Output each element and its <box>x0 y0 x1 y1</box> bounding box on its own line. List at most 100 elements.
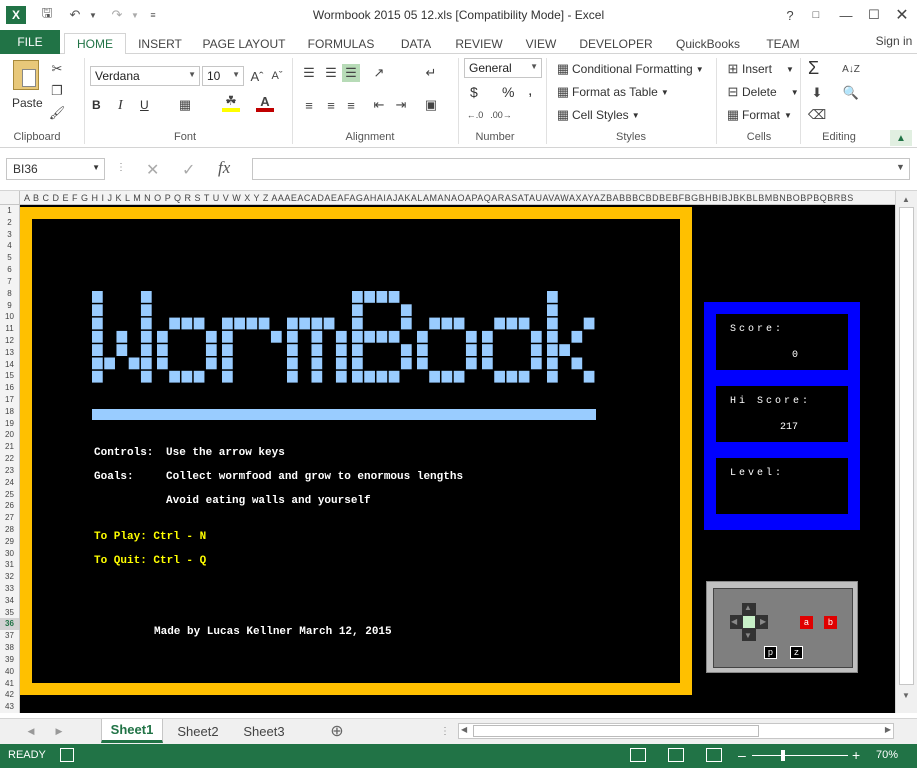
number-format-select[interactable]: General ▼ <box>464 58 542 78</box>
horizontal-scrollbar[interactable]: ◀ ▶ <box>458 723 894 739</box>
row-header[interactable]: 26 <box>0 500 19 512</box>
sign-in-link[interactable]: Sign in <box>872 30 916 51</box>
grow-font-icon[interactable]: Aˆ <box>248 67 266 85</box>
decrease-indent-icon[interactable]: ⇤ <box>370 96 388 114</box>
comma-button[interactable]: , <box>528 82 532 100</box>
format-as-table-button[interactable]: ▦ Format as Table ▼ <box>554 83 669 101</box>
row-header[interactable]: 38 <box>0 642 19 654</box>
row-header[interactable]: 25 <box>0 489 19 501</box>
font-color-icon[interactable]: A <box>256 94 274 112</box>
cancel-entry-icon[interactable]: ✕ <box>146 160 159 180</box>
formula-input[interactable] <box>252 158 910 180</box>
zoom-slider[interactable] <box>752 755 848 756</box>
page-break-view-icon[interactable] <box>706 748 722 762</box>
fill-color-icon[interactable]: ☘ <box>222 93 240 112</box>
zoom-level[interactable]: 70% <box>876 749 898 761</box>
increase-indent-icon[interactable]: ⇥ <box>392 96 410 114</box>
row-header[interactable]: 41 <box>0 678 19 690</box>
row-header[interactable]: 23 <box>0 465 19 477</box>
format-cells-button[interactable]: ▦ Format ▼ <box>724 106 792 124</box>
row-header[interactable]: 6 <box>0 264 19 276</box>
row-header[interactable]: 2 <box>0 217 19 229</box>
collapse-ribbon-icon[interactable]: ▲ <box>890 130 912 146</box>
column-headers[interactable]: A B C D E F G H I J K L M N O P Q R S T … <box>20 191 895 205</box>
merge-center-icon[interactable]: ▣ <box>422 96 440 114</box>
sheet-tab-3[interactable]: Sheet3 <box>234 719 294 743</box>
expand-formula-bar-icon[interactable]: ▼ <box>896 162 905 172</box>
row-header[interactable]: 29 <box>0 536 19 548</box>
paste-button[interactable] <box>10 60 42 100</box>
sheet-tab-1[interactable]: Sheet1 <box>101 719 163 743</box>
arrow-left-icon[interactable]: ◀ <box>731 617 737 626</box>
insert-function-button[interactable]: fx <box>218 158 230 178</box>
row-header[interactable]: 11 <box>0 323 19 335</box>
row-header[interactable]: 42 <box>0 689 19 701</box>
currency-button[interactable]: $ <box>470 84 478 100</box>
wrap-text-icon[interactable]: ↵ <box>422 64 440 82</box>
row-header[interactable]: 28 <box>0 524 19 536</box>
tab-review[interactable]: REVIEW <box>450 33 508 54</box>
row-header[interactable]: 40 <box>0 666 19 678</box>
align-center-icon[interactable]: ≡ <box>322 96 340 114</box>
row-header[interactable]: 39 <box>0 654 19 666</box>
select-all-button[interactable] <box>0 191 20 205</box>
font-name-select[interactable]: Verdana ▼ <box>90 66 200 86</box>
cut-icon[interactable]: ✂ <box>48 60 66 78</box>
prev-sheet-icon[interactable]: ◀ <box>24 719 38 743</box>
conditional-formatting-button[interactable]: ▦ Conditional Formatting ▼ <box>554 60 704 78</box>
row-header[interactable]: 35 <box>0 607 19 619</box>
row-header[interactable]: 43 <box>0 701 19 713</box>
help-button[interactable]: ? <box>778 4 802 26</box>
vertical-scroll-thumb[interactable] <box>899 207 914 685</box>
horizontal-scroll-thumb[interactable] <box>473 725 759 737</box>
normal-view-icon[interactable] <box>630 748 646 762</box>
decrease-decimal-icon[interactable]: .00→ <box>490 106 512 124</box>
row-header[interactable]: 9 <box>0 300 19 312</box>
game-canvas[interactable]: Controls: Use the arrow keys Goals: Coll… <box>20 205 895 713</box>
key-z[interactable]: z <box>790 646 803 659</box>
align-right-icon[interactable]: ≡ <box>342 96 360 114</box>
ribbon-display-icon[interactable]: □ <box>804 4 828 26</box>
maximize-button[interactable]: ☐ <box>862 4 886 26</box>
borders-icon[interactable]: ▦ <box>176 96 194 114</box>
clear-icon[interactable]: ⌫ <box>808 106 826 124</box>
row-header[interactable]: 14 <box>0 359 19 371</box>
row-header[interactable]: 34 <box>0 595 19 607</box>
increase-decimal-icon[interactable]: ←.0 <box>466 106 484 124</box>
bold-button[interactable]: B <box>92 98 101 112</box>
row-header[interactable]: 22 <box>0 453 19 465</box>
copy-icon[interactable]: ❐ <box>48 82 66 100</box>
italic-button[interactable]: I <box>118 98 123 114</box>
row-header[interactable]: 20 <box>0 429 19 441</box>
tab-view[interactable]: VIEW <box>518 33 564 54</box>
row-header[interactable]: 37 <box>0 630 19 642</box>
row-header[interactable]: 16 <box>0 382 19 394</box>
arrow-down-icon[interactable]: ▼ <box>744 631 752 640</box>
cell-styles-button[interactable]: ▦ Cell Styles ▼ <box>554 106 640 124</box>
font-size-select[interactable]: 10 ▼ <box>202 66 244 86</box>
scroll-left-icon[interactable]: ◀ <box>461 725 467 734</box>
find-select-icon[interactable]: 🔍 <box>842 84 860 102</box>
row-header[interactable]: 10 <box>0 311 19 323</box>
row-header[interactable]: 19 <box>0 418 19 430</box>
row-header[interactable]: 7 <box>0 276 19 288</box>
close-button[interactable]: ✕ <box>890 4 914 26</box>
fill-icon[interactable]: ⬇ <box>808 84 826 102</box>
row-header[interactable]: 1 <box>0 205 19 217</box>
key-b[interactable]: b <box>824 616 837 629</box>
minimize-button[interactable]: — <box>834 4 858 26</box>
tab-file[interactable]: FILE <box>0 30 60 54</box>
zoom-in-icon[interactable]: + <box>852 747 860 763</box>
row-header[interactable]: 30 <box>0 548 19 560</box>
macro-record-icon[interactable] <box>60 748 74 762</box>
arrow-up-icon[interactable]: ▲ <box>744 603 752 612</box>
insert-cells-button[interactable]: ⊞ Insert ▼ <box>724 60 794 78</box>
tab-page-layout[interactable]: PAGE LAYOUT <box>198 33 290 54</box>
row-header[interactable]: 4 <box>0 240 19 252</box>
row-header[interactable]: 5 <box>0 252 19 264</box>
row-header[interactable]: 33 <box>0 583 19 595</box>
sort-filter-icon[interactable]: A↓Z <box>842 60 860 78</box>
key-a[interactable]: a <box>800 616 813 629</box>
row-header[interactable]: 36 <box>0 618 19 631</box>
shrink-font-icon[interactable]: Aˇ <box>268 67 286 85</box>
